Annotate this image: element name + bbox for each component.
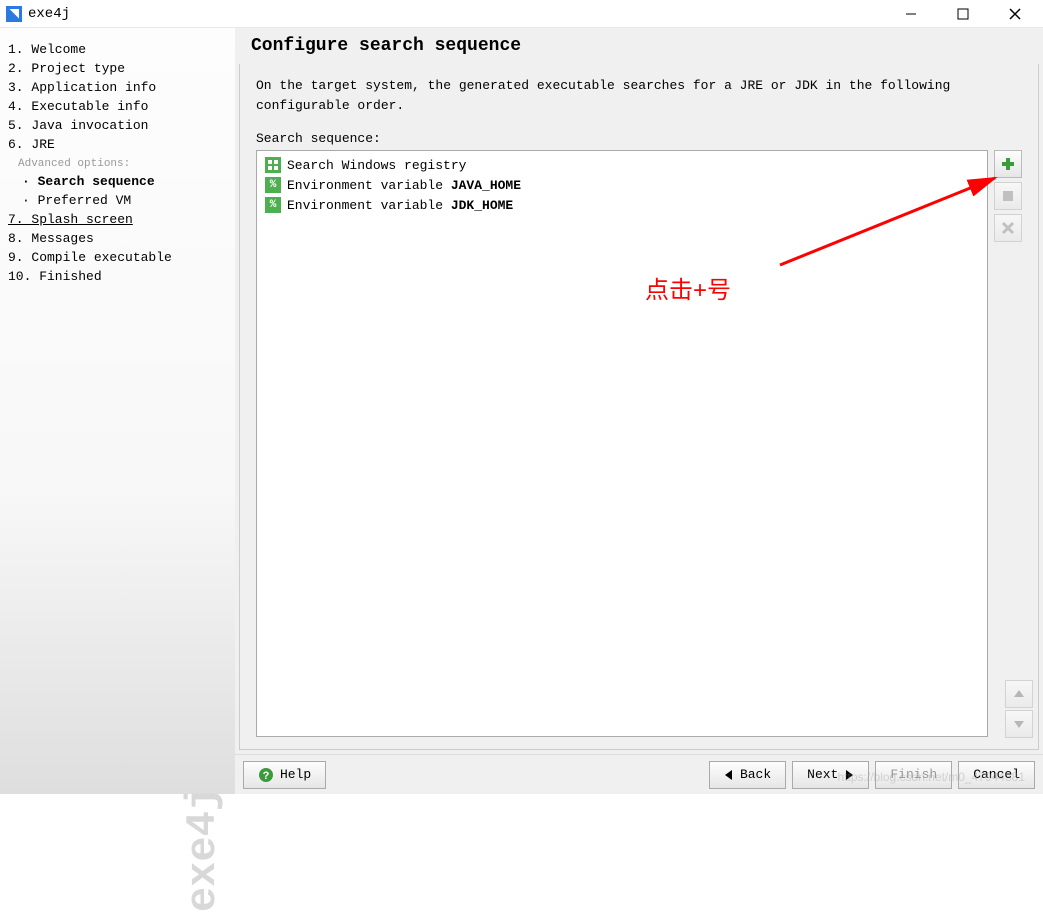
back-button[interactable]: Back (709, 761, 786, 789)
sidebar-watermark: exe4j (179, 786, 227, 912)
sidebar-step[interactable]: 7. Splash screen (8, 210, 227, 229)
back-arrow-icon (724, 770, 734, 780)
search-sequence-label: Environment variable JDK_HOME (287, 198, 513, 213)
sidebar-substep[interactable]: · Preferred VM (8, 191, 227, 210)
move-down-button[interactable] (1005, 710, 1033, 738)
footer-watermark: https://blog.csdn.net/m0_47944381 (838, 770, 1025, 784)
close-button[interactable] (1001, 4, 1029, 24)
move-up-button[interactable] (1005, 680, 1033, 708)
sidebar-step[interactable]: 6. JRE (8, 135, 227, 154)
search-sequence-item[interactable]: % Environment variable JDK_HOME (261, 195, 983, 215)
sidebar-step[interactable]: 8. Messages (8, 229, 227, 248)
sidebar-step[interactable]: 3. Application info (8, 78, 227, 97)
titlebar: exe4j (0, 0, 1043, 28)
search-sequence-item[interactable]: % Environment variable JAVA_HOME (261, 175, 983, 195)
registry-icon (265, 157, 281, 173)
app-icon (6, 6, 22, 22)
page-description: On the target system, the generated exec… (256, 76, 1022, 131)
svg-text:?: ? (263, 771, 270, 783)
remove-button[interactable] (994, 182, 1022, 210)
sidebar-step[interactable]: 4. Executable info (8, 97, 227, 116)
minimize-button[interactable] (897, 4, 925, 24)
delete-button[interactable] (994, 214, 1022, 242)
back-label: Back (740, 767, 771, 782)
search-sequence-label: Environment variable JAVA_HOME (287, 178, 521, 193)
help-icon: ? (258, 767, 274, 783)
help-label: Help (280, 767, 311, 782)
add-button[interactable] (994, 150, 1022, 178)
sidebar-advanced-label: Advanced options: (8, 154, 227, 172)
sidebar-step[interactable]: 9. Compile executable (8, 248, 227, 267)
sidebar-step[interactable]: 10. Finished (8, 267, 227, 286)
maximize-button[interactable] (949, 4, 977, 24)
sidebar-substep[interactable]: · Search sequence (8, 172, 227, 191)
wizard-sidebar: 1. Welcome2. Project type3. Application … (0, 28, 235, 794)
next-label: Next (807, 767, 838, 782)
search-sequence-label: Search sequence: (256, 131, 1022, 150)
sidebar-step[interactable]: 5. Java invocation (8, 116, 227, 135)
sidebar-step[interactable]: 1. Welcome (8, 40, 227, 59)
envvar-icon: % (265, 197, 281, 213)
search-sequence-item[interactable]: Search Windows registry (261, 155, 983, 175)
main-panel: Configure search sequence On the target … (235, 28, 1043, 794)
page-title: Configure search sequence (235, 28, 1043, 60)
sidebar-step[interactable]: 2. Project type (8, 59, 227, 78)
search-sequence-label: Search Windows registry (287, 158, 466, 173)
search-sequence-list[interactable]: Search Windows registry% Environment vari… (256, 150, 988, 737)
help-button[interactable]: ? Help (243, 761, 326, 789)
envvar-icon: % (265, 177, 281, 193)
window-title: exe4j (28, 6, 897, 22)
